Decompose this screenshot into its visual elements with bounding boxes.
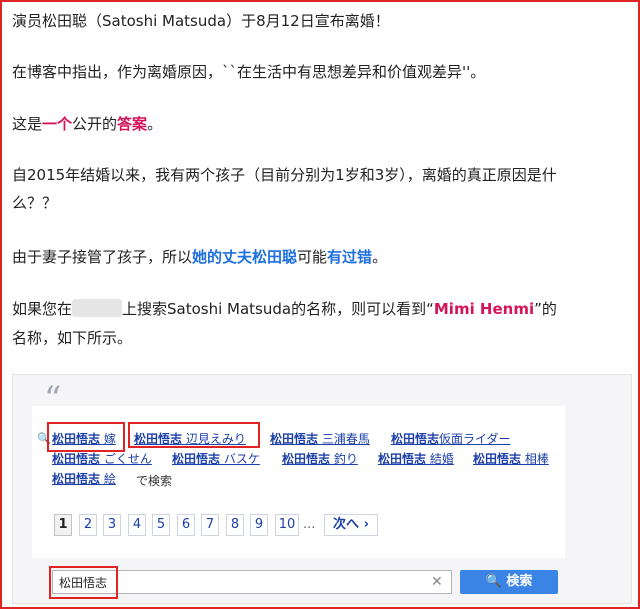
page-link[interactable]: 4: [128, 514, 146, 536]
suggestion-link[interactable]: 松田悟志 三浦春馬: [270, 432, 370, 446]
article-paragraph-2: 在博客中指出，作为离婚原因，``在生活中有思想差异和价值观差异''。: [12, 63, 486, 81]
suggestion-link[interactable]: 松田悟志 絵: [52, 472, 116, 486]
article-paragraph-6a: 如果您在 上搜索Satoshi Matsuda的名称，则可以看到“Mimi Hen…: [12, 295, 557, 323]
p3-mid: 公开的: [72, 115, 118, 133]
p3-emphasis-2: 答案: [117, 115, 148, 133]
p3-post: 。: [147, 115, 163, 133]
page-link-current[interactable]: 1: [54, 514, 72, 536]
p5-emphasis-1: 她的丈夫松田聪: [192, 248, 298, 266]
next-page-button[interactable]: 次へ ›: [324, 514, 378, 536]
suggestion-link[interactable]: 松田悟志 相棒: [473, 452, 549, 466]
article-paragraph-3: 这是一个公开的答案。: [12, 110, 162, 138]
pagination-ellipsis: ...: [303, 517, 316, 532]
suggestion-link[interactable]: 松田悟志 バスケ: [172, 452, 260, 466]
page-link[interactable]: 10: [275, 514, 299, 536]
p5-pre: 由于妻子接管了孩子，所以: [12, 248, 193, 266]
suggestion-link[interactable]: 松田悟志 ごくせん: [52, 452, 152, 466]
p5-post: 。: [372, 248, 388, 266]
article-paragraph-6b: 名称，如下所示。: [12, 329, 133, 347]
suggestion-link[interactable]: 松田悟志 結婚: [378, 452, 454, 466]
p6-end: ”的: [534, 300, 557, 318]
page-link[interactable]: 3: [103, 514, 121, 536]
page-link[interactable]: 2: [79, 514, 97, 536]
article-paragraph-4b: 么？？: [12, 194, 58, 212]
p5-mid: 可能: [297, 248, 328, 266]
page-link[interactable]: 9: [250, 514, 268, 536]
search-button[interactable]: 🔍 検索: [460, 570, 558, 594]
suggestion-link[interactable]: 松田悟志仮面ライダー: [391, 432, 511, 446]
page-link[interactable]: 5: [152, 514, 170, 536]
redacted-site-name: [72, 299, 123, 317]
p6-pre: 如果您在: [12, 300, 73, 318]
p6-emphasis: Mimi Henmi: [433, 300, 535, 318]
page-link[interactable]: 7: [201, 514, 219, 536]
search-suffix-label: で検索: [136, 474, 173, 488]
page-link[interactable]: 8: [226, 514, 244, 536]
article-paragraph-5: 由于妻子接管了孩子，所以她的丈夫松田聪可能有过错。: [12, 243, 387, 271]
article-paragraph-1: 演员松田聪（Satoshi Matsuda）于8月12日宣布离婚！: [12, 12, 390, 30]
highlight-box: [49, 566, 118, 599]
article-paragraph-4a: 自2015年结婚以来，我有两个孩子（目前分别为1岁和3岁），离婚的真正原因是什: [12, 166, 557, 184]
highlight-box: [128, 422, 260, 448]
page-link[interactable]: 6: [177, 514, 195, 536]
p5-emphasis-2: 有过错: [327, 248, 373, 266]
highlight-box: [47, 422, 125, 452]
clear-icon[interactable]: ✕: [431, 573, 443, 591]
p3-pre: 这是: [12, 115, 43, 133]
p3-emphasis-1: 一个: [42, 115, 73, 133]
suggestion-link[interactable]: 松田悟志 釣り: [282, 452, 358, 466]
p6-post: 上搜索Satoshi Matsuda的名称，则可以看到“: [122, 300, 434, 318]
